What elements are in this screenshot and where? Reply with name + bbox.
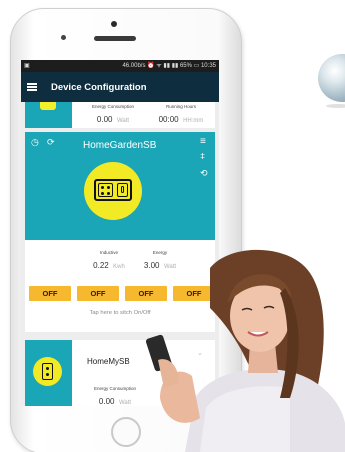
inductive-stat: Inductive 0.22 Kwh [89,250,129,273]
smart-plug-icon [94,179,132,201]
outlet-icon-circle [33,357,62,386]
woman-with-phone-illustration [145,249,345,452]
switch-icon [117,183,128,197]
decorative-sphere [318,54,345,102]
running-hours-value: 00:00 [158,115,179,124]
energy-consumption-stat: Energy Consumption 0.00 Watt [85,104,141,127]
phone-home-button[interactable] [111,417,141,447]
timer-icon[interactable]: ◷ [31,138,39,147]
sphere-shadow [326,104,345,108]
off-button-1[interactable]: OFF [29,286,71,301]
sliders-icon[interactable]: ⧧ [200,152,205,162]
energy-consumption-unit-bottom: Watt [118,400,132,406]
device-card-top[interactable]: Energy Consumption 0.00 Watt Running Hou… [25,102,215,128]
socket-icon [98,183,113,197]
device-card-top-strip [25,102,72,128]
page-title: Device Configuration [51,81,147,93]
marketing-image: ▣ 46.00b/s ⏰ ᯤ ▮▮ ▮▮ 65% ▭ 10:35 Device … [0,0,345,452]
energy-consumption-stat-bottom: Energy Consumption 0.00 Watt [87,386,143,406]
inductive-value: 0.22 [93,261,109,270]
app-bar: Device Configuration [21,72,219,102]
device-name: HomeGardenSB [83,140,157,151]
phone-speaker [94,36,136,41]
history-icon[interactable]: ⟲ [200,169,208,178]
hamburger-menu-icon[interactable] [27,83,37,91]
refresh-icon[interactable]: ⟳ [47,138,55,147]
running-hours-stat: Running Hours 00:00 HH:mm [153,104,209,127]
energy-consumption-value: 0.00 [96,115,113,124]
device-name-bottom: HomeMySB [87,357,130,366]
device-icon-partial [40,102,56,110]
status-bar-left: ▣ [24,63,30,69]
device-card-main-header: ◷ ⟳ HomeGardenSB ≡ ⧧ ⟲ [25,132,215,240]
energy-consumption-unit: Watt [116,118,130,124]
phone-sensor [61,35,66,40]
device-card-bottom-strip [25,340,72,406]
off-button-2[interactable]: OFF [77,286,119,301]
inductive-unit: Kwh [113,264,125,270]
running-hours-unit: HH:mm [183,118,204,124]
smart-plug-icon-circle[interactable] [84,162,142,220]
phone-camera [111,21,117,27]
outlet-icon [42,363,53,380]
status-bar: ▣ 46.00b/s ⏰ ᯤ ▮▮ ▮▮ 65% ▭ 10:35 [21,60,219,72]
status-bar-right: 46.00b/s ⏰ ᯤ ▮▮ ▮▮ 65% ▭ 10:35 [122,63,216,69]
menu-lines-icon[interactable]: ≡ [200,137,206,147]
energy-consumption-value-bottom: 0.00 [98,397,115,406]
